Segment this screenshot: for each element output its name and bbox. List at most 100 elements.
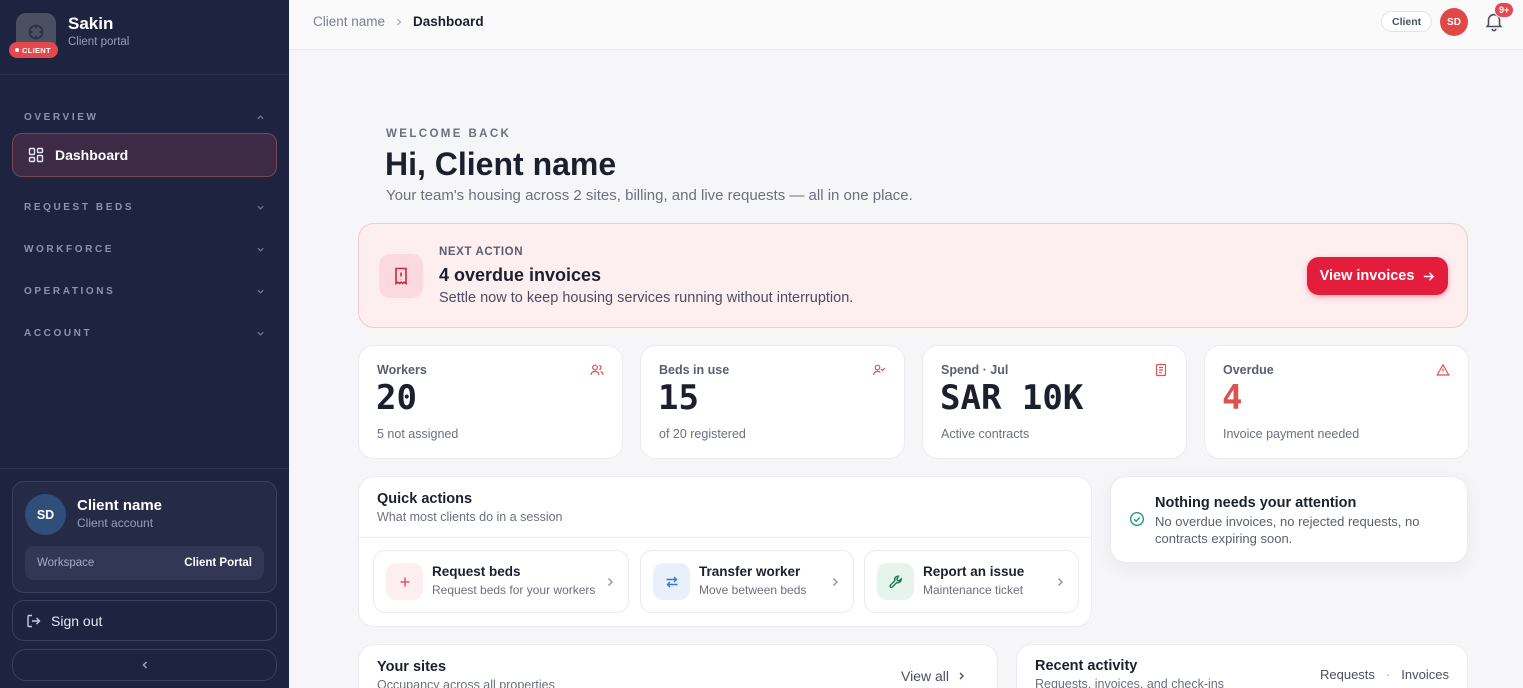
grid-icon: [28, 147, 44, 163]
action-title: Request beds: [432, 564, 521, 579]
chevron-right-icon: [959, 672, 964, 680]
quick-actions-title: Quick actions: [377, 491, 473, 507]
sites-card: Your sites Occupancy across all properti…: [358, 644, 998, 688]
action-sub: Maintenance ticket: [923, 583, 1024, 597]
activity-title: Recent activity: [1035, 658, 1138, 674]
nav-section-label: REQUEST BEDS: [24, 201, 135, 213]
report-issue-action[interactable]: Report an issue Maintenance ticket: [864, 550, 1079, 613]
request-beds-action[interactable]: Request beds Request beds for your worke…: [373, 550, 629, 613]
quick-actions-card: Quick actions What most clients do in a …: [358, 476, 1092, 627]
stat-value: 4: [1222, 378, 1243, 418]
profile-role: Client account: [77, 516, 154, 530]
collapse-sidebar-button[interactable]: [12, 649, 277, 681]
chevron-down-icon: [255, 202, 265, 212]
stat-label: Overdue: [1223, 363, 1274, 377]
breadcrumb-item[interactable]: Client name: [313, 14, 385, 29]
nav-section-label: OVERVIEW: [24, 111, 99, 123]
view-invoices-label: View invoices: [1319, 268, 1415, 284]
breadcrumb-current: Dashboard: [413, 14, 484, 29]
tab-requests[interactable]: Requests: [1320, 667, 1375, 682]
tab-invoices[interactable]: Invoices: [1401, 667, 1449, 682]
workspace-label: Workspace: [37, 557, 95, 569]
view-all-label: View all: [901, 668, 949, 684]
check-circle-icon: [1129, 511, 1145, 527]
nav-section-workforce[interactable]: WORKFORCE: [24, 239, 265, 259]
recent-activity-card: Recent activity Requests, invoices, and …: [1016, 644, 1468, 688]
sign-out-icon: [27, 614, 41, 627]
nav-section-account[interactable]: ACCOUNT: [24, 323, 265, 343]
attention-body: No overdue invoices, no rejected request…: [1155, 514, 1420, 546]
attention-title: Nothing needs your attention: [1155, 495, 1357, 511]
chevron-down-icon: [255, 286, 265, 296]
user-check-icon: [872, 364, 886, 376]
chevron-right-icon: [397, 18, 402, 25]
sidebar: CLIENT Sakin Client portal OVERVIEW Dash…: [0, 0, 289, 688]
activity-subtitle: Requests, invoices, and check-ins: [1035, 677, 1224, 688]
notification-badge: 9+: [1494, 2, 1515, 18]
invoice-alert-icon: [379, 254, 423, 298]
quick-actions-subtitle: What most clients do in a session: [377, 510, 563, 524]
arrow-right-icon: [1424, 271, 1435, 281]
plus-icon: [386, 563, 423, 600]
tab-separator: ·: [1385, 667, 1391, 682]
chevron-down-icon: [255, 244, 265, 254]
profile-name: Client name: [77, 497, 163, 514]
logo-icon: [28, 24, 44, 40]
chevron-right-icon: [833, 578, 838, 586]
page-subtitle: Your team's housing across 2 sites, bill…: [386, 187, 913, 204]
stat-card-workers[interactable]: Workers 20 5 not assigned: [358, 345, 623, 459]
welcome-eyebrow: WELCOME BACK: [386, 128, 512, 140]
chevron-down-icon: [255, 328, 265, 338]
nav-section-operations[interactable]: OPERATIONS: [24, 281, 265, 301]
stat-value: 15: [658, 378, 699, 418]
nav-section-label: ACCOUNT: [24, 327, 93, 339]
chevron-left-icon: [141, 661, 147, 669]
nav-section-overview[interactable]: OVERVIEW: [24, 107, 265, 127]
warning-icon: [1436, 363, 1450, 376]
chevron-right-icon: [1058, 578, 1063, 586]
activity-tabs: Requests · Invoices: [1320, 667, 1449, 682]
profile-card: SD Client name Client account Workspace …: [12, 481, 277, 593]
transfer-icon: [653, 563, 690, 600]
topbar: Client name Dashboard Client SD 9+: [289, 0, 1523, 50]
stat-label: Spend · Jul: [941, 363, 1009, 377]
transfer-worker-action[interactable]: Transfer worker Move between beds: [640, 550, 854, 613]
action-title: Report an issue: [923, 564, 1025, 579]
stat-value: SAR 10K: [940, 378, 1084, 418]
sign-out-button[interactable]: Sign out: [12, 600, 277, 641]
alert-title: 4 overdue invoices: [439, 265, 602, 285]
stat-sub: of 20 registered: [659, 427, 746, 441]
chevron-up-icon: [255, 112, 265, 122]
stat-card-spend[interactable]: Spend · Jul SAR 10K Active contracts: [922, 345, 1187, 459]
stat-sub: Invoice payment needed: [1223, 427, 1360, 441]
alert-subtitle: Settle now to keep housing services runn…: [439, 290, 854, 306]
stat-label: Beds in use: [659, 363, 730, 377]
sidebar-item-dashboard[interactable]: Dashboard: [12, 133, 277, 177]
nav-section-label: WORKFORCE: [24, 243, 115, 255]
sites-title: Your sites: [377, 659, 447, 675]
view-invoices-button[interactable]: View invoices: [1307, 257, 1448, 295]
brand-name: Sakin: [68, 14, 114, 33]
breadcrumb: Client name Dashboard: [313, 14, 484, 29]
view-all-link[interactable]: View all: [901, 668, 965, 684]
users-icon: [590, 364, 604, 376]
divider: [0, 468, 289, 469]
stat-card-overdue[interactable]: Overdue 4 Invoice payment needed: [1204, 345, 1469, 459]
workspace-row[interactable]: Workspace Client Portal: [25, 546, 264, 580]
stat-card-beds[interactable]: Beds in use 15 of 20 registered: [640, 345, 905, 459]
stat-sub: 5 not assigned: [377, 427, 459, 441]
avatar[interactable]: SD: [25, 494, 66, 535]
sites-subtitle: Occupancy across all properties: [377, 678, 555, 688]
stat-sub: Active contracts: [941, 427, 1030, 441]
nav-section-label: OPERATIONS: [24, 285, 116, 297]
next-action-banner: NEXT ACTION 4 overdue invoices Settle no…: [358, 223, 1468, 328]
divider: [359, 537, 1091, 538]
nav-section-request-beds[interactable]: REQUEST BEDS: [24, 197, 265, 217]
receipt-icon: [1155, 363, 1167, 377]
user-avatar[interactable]: SD: [1440, 8, 1468, 36]
stat-label: Workers: [377, 363, 427, 377]
brand-subtitle: Client portal: [68, 36, 130, 48]
action-title: Transfer worker: [699, 564, 801, 579]
attention-card: Nothing needs your attention No overdue …: [1110, 476, 1468, 563]
sidebar-item-label: Dashboard: [55, 147, 129, 163]
